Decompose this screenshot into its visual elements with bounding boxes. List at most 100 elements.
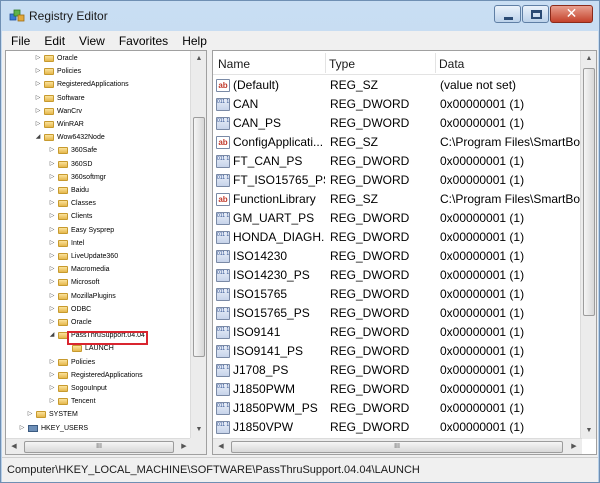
registry-value-row[interactable]: 011 110ISO14230_PS REG_DWORD 0x00000001 (1… <box>213 266 583 285</box>
tree-item[interactable]: ▷ Policies <box>6 357 192 368</box>
expand-arrow-icon[interactable]: ▷ <box>48 396 56 407</box>
resize-grip-icon[interactable] <box>585 469 595 479</box>
menu-edit[interactable]: Edit <box>37 34 72 48</box>
expand-arrow-icon[interactable]: ▷ <box>34 53 42 64</box>
tree-item[interactable]: ▷ Tencent <box>6 396 192 407</box>
tree-item[interactable]: ▷ 360SD <box>6 159 192 170</box>
column-header-type[interactable]: Type <box>329 57 355 71</box>
tree-item[interactable]: ▷ Oracle <box>6 317 192 328</box>
menu-favorites[interactable]: Favorites <box>112 34 175 48</box>
tree-vertical-scroll-thumb[interactable] <box>193 117 205 357</box>
registry-value-row[interactable]: 011 110ISO14230 REG_DWORD 0x00000001 (1) <box>213 247 583 266</box>
registry-value-row[interactable]: 011 110ISO15765 REG_DWORD 0x00000001 (1) <box>213 285 583 304</box>
collapse-arrow-icon[interactable]: ◢ <box>34 132 42 143</box>
tree-item[interactable]: ▷ ODBC <box>6 304 192 315</box>
collapse-arrow-icon[interactable]: ◢ <box>48 330 56 341</box>
tree-item[interactable]: ▷ HKEY_USERS <box>6 423 192 434</box>
expand-arrow-icon[interactable]: ▷ <box>48 145 56 156</box>
scroll-left-icon[interactable]: ◀ <box>6 439 22 454</box>
tree-item[interactable]: ▷ Macromedia <box>6 264 192 275</box>
tree-vertical-scrollbar[interactable]: ▲ ▼ <box>190 51 206 438</box>
tree-item[interactable]: ▷ Software <box>6 93 192 104</box>
tree-item[interactable]: ▷ 360softmgr <box>6 172 192 183</box>
tree-item[interactable]: ▷ RegisteredApplications <box>6 79 192 90</box>
menu-view[interactable]: View <box>72 34 112 48</box>
maximize-button[interactable] <box>522 5 549 23</box>
expand-arrow-icon[interactable]: ▷ <box>34 106 42 117</box>
registry-value-row[interactable]: 011 110FT_ISO15765_PS REG_DWORD 0x00000001… <box>213 171 583 190</box>
tree-item[interactable]: ◢ Wow6432Node <box>6 132 192 143</box>
scroll-left-icon[interactable]: ◀ <box>213 439 229 454</box>
expand-arrow-icon[interactable]: ▷ <box>48 304 56 315</box>
registry-value-row[interactable]: 011 110ISO9141_PS REG_DWORD 0x00000001 (1) <box>213 342 583 361</box>
registry-value-row[interactable]: 011 110CAN REG_DWORD 0x00000001 (1) <box>213 95 583 114</box>
values-horizontal-scrollbar[interactable]: ◀ III ▶ <box>213 438 582 454</box>
registry-value-row[interactable]: ab (Default) REG_SZ (value not set) <box>213 76 583 95</box>
registry-tree-pane[interactable]: ▷ Oracle ▷ Policies ▷ RegisteredApplications ▷… <box>5 50 207 455</box>
tree-item[interactable]: ▷ Policies <box>6 66 192 77</box>
expand-arrow-icon[interactable]: ▷ <box>34 93 42 104</box>
expand-arrow-icon[interactable]: ▷ <box>48 291 56 302</box>
values-vertical-scroll-thumb[interactable] <box>583 68 595 316</box>
values-horizontal-scroll-thumb[interactable]: III <box>231 441 563 453</box>
expand-arrow-icon[interactable]: ▷ <box>48 264 56 275</box>
minimize-button[interactable] <box>494 5 521 23</box>
registry-value-row[interactable]: 011 110GM_UART_PS REG_DWORD 0x00000001 (1) <box>213 209 583 228</box>
registry-value-row[interactable]: 011 110J1850PWM_PS REG_DWORD 0x00000001 (1… <box>213 399 583 418</box>
scroll-right-icon[interactable]: ▶ <box>566 439 582 454</box>
expand-arrow-icon[interactable]: ▷ <box>18 423 26 434</box>
values-list-pane[interactable]: Name Type Data ab (Default) REG_SZ (value n… <box>212 50 597 455</box>
expand-arrow-icon[interactable]: ▷ <box>48 238 56 249</box>
expand-arrow-icon[interactable]: ▷ <box>48 211 56 222</box>
expand-arrow-icon[interactable] <box>62 343 70 354</box>
expand-arrow-icon[interactable]: ▷ <box>48 185 56 196</box>
values-vertical-scrollbar[interactable]: ▲ ▼ <box>580 51 596 439</box>
column-header-name[interactable]: Name <box>218 57 250 71</box>
tree-item[interactable]: ▷ Baidu <box>6 185 192 196</box>
registry-value-row[interactable]: ab ConfigApplicati... REG_SZ C:\Program Fil… <box>213 133 583 152</box>
tree-item[interactable]: ▷ Clients <box>6 211 192 222</box>
registry-value-row[interactable]: 011 110J1850PWM REG_DWORD 0x00000001 (1) <box>213 380 583 399</box>
tree-item[interactable]: ▷ Easy Sysprep <box>6 225 192 236</box>
scroll-up-icon[interactable]: ▲ <box>581 51 596 67</box>
tree-item[interactable]: LAUNCH <box>6 343 192 354</box>
expand-arrow-icon[interactable]: ▷ <box>48 317 56 328</box>
column-divider[interactable] <box>435 53 436 73</box>
menu-file[interactable]: File <box>2 34 37 48</box>
tree-item[interactable]: ▷ 360Safe <box>6 145 192 156</box>
scroll-up-icon[interactable]: ▲ <box>191 51 206 67</box>
tree-item[interactable]: ▷ SYSTEM <box>6 409 192 420</box>
registry-value-row[interactable]: 011 110HONDA_DIAGH... REG_DWORD 0x00000001… <box>213 228 583 247</box>
registry-value-row[interactable]: 011 110J1850VPW REG_DWORD 0x00000001 (1) <box>213 418 583 437</box>
expand-arrow-icon[interactable]: ▷ <box>48 198 56 209</box>
expand-arrow-icon[interactable]: ▷ <box>48 370 56 381</box>
tree-item[interactable]: ▷ WanCrv <box>6 106 192 117</box>
expand-arrow-icon[interactable]: ▷ <box>34 119 42 130</box>
close-button[interactable]: ✕ <box>550 5 593 23</box>
tree-item[interactable]: ▷ SogouInput <box>6 383 192 394</box>
tree-item[interactable]: ▷ Oracle <box>6 53 192 64</box>
registry-value-row[interactable]: 011 110ISO15765_PS REG_DWORD 0x00000001 (1… <box>213 304 583 323</box>
menu-help[interactable]: Help <box>175 34 214 48</box>
tree-item[interactable]: ▷ MozillaPlugins <box>6 291 192 302</box>
registry-value-row[interactable]: 011 110CAN_PS REG_DWORD 0x00000001 (1) <box>213 114 583 133</box>
expand-arrow-icon[interactable]: ▷ <box>34 66 42 77</box>
tree-item[interactable]: ▷ Classes <box>6 198 192 209</box>
column-divider[interactable] <box>325 53 326 73</box>
expand-arrow-icon[interactable]: ▷ <box>48 172 56 183</box>
expand-arrow-icon[interactable]: ▷ <box>26 409 34 420</box>
tree-item[interactable]: ▷ Intel <box>6 238 192 249</box>
expand-arrow-icon[interactable]: ▷ <box>48 251 56 262</box>
registry-value-row[interactable]: 011 110J1708_PS REG_DWORD 0x00000001 (1) <box>213 361 583 380</box>
registry-value-row[interactable]: 011 110ISO9141 REG_DWORD 0x00000001 (1) <box>213 323 583 342</box>
scroll-down-icon[interactable]: ▼ <box>191 422 206 438</box>
tree-horizontal-scrollbar[interactable]: ◀ III ▶ <box>6 438 192 454</box>
expand-arrow-icon[interactable]: ▷ <box>48 225 56 236</box>
tree-item[interactable]: ▷ LiveUpdate360 <box>6 251 192 262</box>
registry-value-row[interactable]: ab FunctionLibrary REG_SZ C:\Program Files\… <box>213 190 583 209</box>
expand-arrow-icon[interactable]: ▷ <box>48 383 56 394</box>
column-header-data[interactable]: Data <box>439 57 464 71</box>
registry-value-row[interactable]: 011 110FT_CAN_PS REG_DWORD 0x00000001 (1) <box>213 152 583 171</box>
expand-arrow-icon[interactable]: ▷ <box>48 159 56 170</box>
expand-arrow-icon[interactable]: ▷ <box>48 277 56 288</box>
